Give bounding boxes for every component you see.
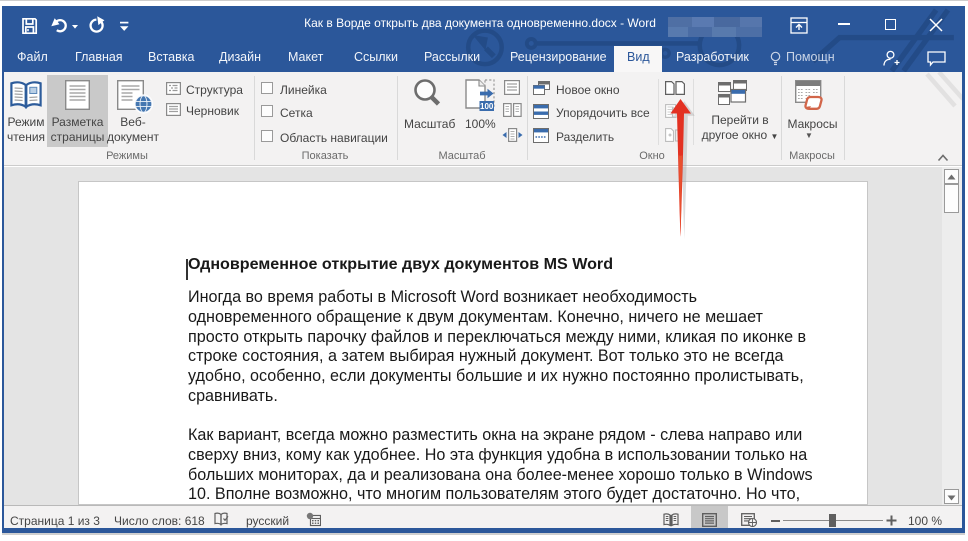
- svg-text:100: 100: [480, 102, 494, 111]
